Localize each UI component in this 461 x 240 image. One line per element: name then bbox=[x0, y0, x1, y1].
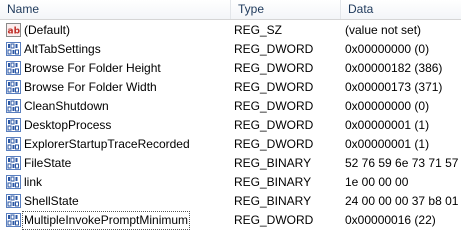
binary-value-icon bbox=[6, 137, 22, 152]
value-name: FileState bbox=[24, 156, 72, 170]
binary-value-icon bbox=[6, 118, 22, 133]
string-value-icon: ab bbox=[6, 23, 22, 38]
svg-text:ab: ab bbox=[8, 27, 21, 37]
value-data: 0x00000016 (22) bbox=[345, 213, 436, 227]
value-name-cell[interactable]: MultipleInvokePromptMinimum bbox=[6, 211, 230, 230]
values-rows: ab (Default) REG_SZ (value not set) AltTabSe… bbox=[0, 21, 461, 230]
registry-value-row[interactable]: Browse For Folder Width REG_DWORD 0x000001… bbox=[0, 78, 461, 97]
value-data: 52 76 59 6e 73 71 57 30 bbox=[345, 156, 461, 170]
value-data: 0x00000001 (1) bbox=[345, 118, 430, 132]
value-name-cell[interactable]: ExplorerStartupTraceRecorded bbox=[6, 135, 230, 154]
value-name: DesktopProcess bbox=[24, 118, 112, 132]
value-type: REG_BINARY bbox=[234, 175, 312, 189]
value-type: REG_DWORD bbox=[234, 80, 314, 94]
value-name: CleanShutdown bbox=[24, 99, 109, 113]
value-name: Browse For Folder Width bbox=[24, 80, 157, 94]
value-name-cell[interactable]: Browse For Folder Width bbox=[6, 78, 230, 97]
binary-value-icon bbox=[6, 99, 22, 114]
value-data: 24 00 00 00 37 b8 01 00 bbox=[345, 194, 461, 208]
column-header-type[interactable]: Type bbox=[230, 0, 340, 19]
value-data: 0x00000000 (0) bbox=[345, 42, 430, 56]
registry-value-row[interactable]: ShellState REG_BINARY 24 00 00 00 37 b8 01… bbox=[0, 192, 461, 211]
value-type: REG_DWORD bbox=[234, 137, 314, 151]
registry-value-row[interactable]: ab (Default) REG_SZ (value not set) bbox=[0, 21, 461, 40]
value-data: 0x00000182 (386) bbox=[345, 61, 443, 75]
value-name-cell[interactable]: FileState bbox=[6, 154, 230, 173]
registry-values-list[interactable]: Name Type Data ab (Default) REG_SZ (value n… bbox=[0, 0, 461, 240]
value-data: 0x00000001 (1) bbox=[345, 137, 430, 151]
column-header: Name Type Data bbox=[0, 0, 461, 20]
value-name: (Default) bbox=[24, 23, 71, 37]
registry-value-row[interactable]: MultipleInvokePromptMinimum REG_DWORD 0x00… bbox=[0, 211, 461, 230]
registry-value-row[interactable]: DesktopProcess REG_DWORD 0x00000001 (1) bbox=[0, 116, 461, 135]
registry-value-row[interactable]: AltTabSettings REG_DWORD 0x00000000 (0) bbox=[0, 40, 461, 59]
registry-value-row[interactable]: FileState REG_BINARY 52 76 59 6e 73 71 57 … bbox=[0, 154, 461, 173]
registry-value-row[interactable]: Browse For Folder Height REG_DWORD 0x00000… bbox=[0, 59, 461, 78]
registry-value-row[interactable]: CleanShutdown REG_DWORD 0x00000000 (0) bbox=[0, 97, 461, 116]
value-type: REG_DWORD bbox=[234, 42, 314, 56]
value-type: REG_DWORD bbox=[234, 118, 314, 132]
value-name-cell[interactable]: Browse For Folder Height bbox=[6, 59, 230, 78]
binary-value-icon bbox=[6, 42, 22, 57]
registry-value-row[interactable]: link REG_BINARY 1e 00 00 00 bbox=[0, 173, 461, 192]
value-name: link bbox=[24, 175, 43, 189]
value-data: 1e 00 00 00 bbox=[345, 175, 409, 189]
binary-value-icon bbox=[6, 156, 22, 171]
binary-value-icon bbox=[6, 213, 22, 228]
value-name-cell[interactable]: ab (Default) bbox=[6, 21, 230, 40]
value-name-cell[interactable]: DesktopProcess bbox=[6, 116, 230, 135]
column-header-data[interactable]: Data bbox=[340, 0, 461, 19]
value-type: REG_BINARY bbox=[234, 194, 312, 208]
binary-value-icon bbox=[6, 61, 22, 76]
value-name: AltTabSettings bbox=[24, 42, 101, 56]
registry-value-row[interactable]: ExplorerStartupTraceRecorded REG_DWORD 0x0… bbox=[0, 135, 461, 154]
value-name-cell[interactable]: AltTabSettings bbox=[6, 40, 230, 59]
binary-value-icon bbox=[6, 175, 22, 190]
value-name-cell[interactable]: CleanShutdown bbox=[6, 97, 230, 116]
value-name: ExplorerStartupTraceRecorded bbox=[24, 137, 190, 151]
value-data: (value not set) bbox=[345, 23, 422, 37]
binary-value-icon bbox=[6, 80, 22, 95]
value-type: REG_DWORD bbox=[234, 99, 314, 113]
value-name-cell[interactable]: link bbox=[6, 173, 230, 192]
column-header-name[interactable]: Name bbox=[0, 0, 230, 19]
value-type: REG_BINARY bbox=[234, 156, 312, 170]
value-type: REG_SZ bbox=[234, 23, 283, 37]
value-type: REG_DWORD bbox=[234, 61, 314, 75]
value-type: REG_DWORD bbox=[234, 213, 314, 227]
binary-value-icon bbox=[6, 194, 22, 209]
value-name: ShellState bbox=[24, 194, 79, 208]
value-name: MultipleInvokePromptMinimum bbox=[22, 211, 191, 230]
value-name: Browse For Folder Height bbox=[24, 61, 161, 75]
value-data: 0x00000173 (371) bbox=[345, 80, 443, 94]
value-data: 0x00000000 (0) bbox=[345, 99, 430, 113]
value-name-cell[interactable]: ShellState bbox=[6, 192, 230, 211]
